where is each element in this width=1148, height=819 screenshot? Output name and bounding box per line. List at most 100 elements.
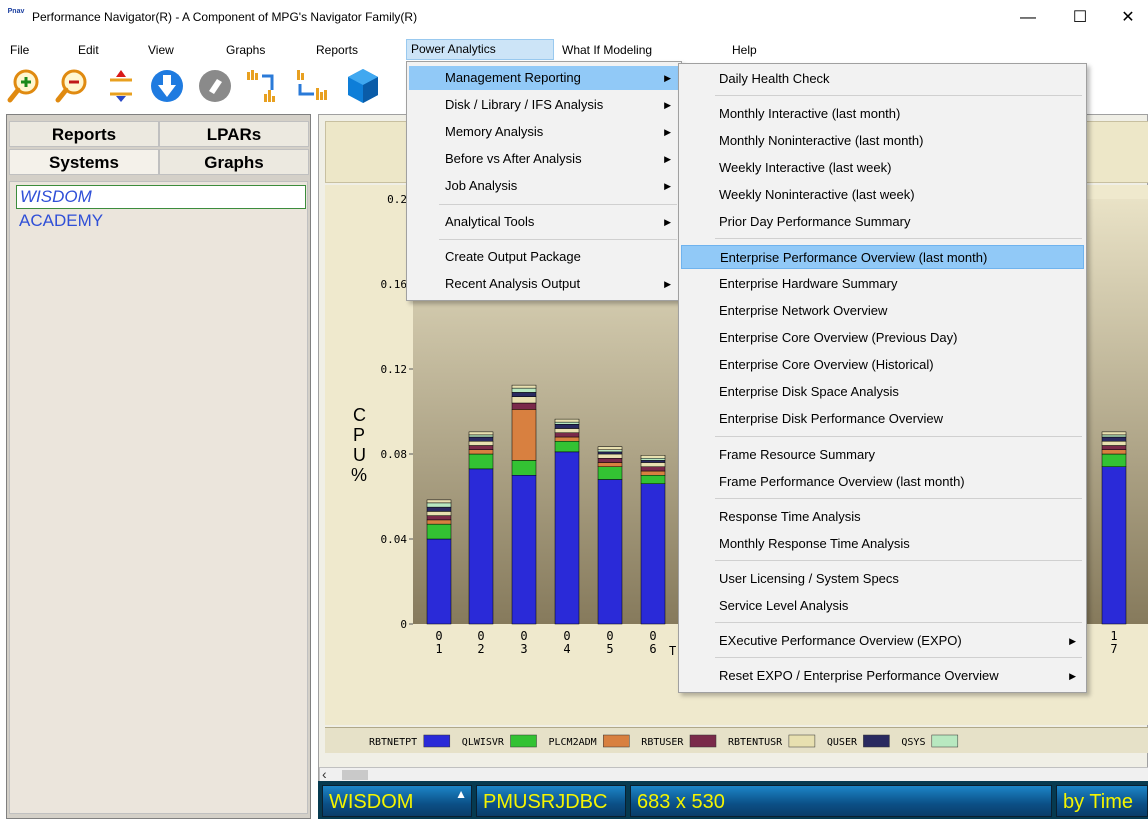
- menu-help[interactable]: Help: [728, 41, 761, 59]
- submenu-reset-expo-label: Reset EXPO / Enterprise Performance Over…: [719, 668, 999, 683]
- status-system-label: WISDOM: [329, 791, 414, 813]
- submenu-enterprise-core-previous-day[interactable]: Enterprise Core Overview (Previous Day): [681, 326, 1084, 350]
- x-tick-label: 3: [520, 642, 527, 656]
- submenu-enterprise-core-historical[interactable]: Enterprise Core Overview (Historical): [681, 353, 1084, 377]
- scroll-left-arrow-icon[interactable]: ‹: [322, 766, 327, 782]
- status-system[interactable]: WISDOM ▲: [322, 785, 472, 817]
- menu-item-label: Create Output Package: [445, 249, 581, 264]
- menu-item-create-output-package[interactable]: Create Output Package: [409, 245, 679, 269]
- expand-vertical-icon[interactable]: [102, 66, 140, 106]
- menu-item-before-after[interactable]: Before vs After Analysis ▶: [409, 147, 679, 171]
- bar-cap: [468, 431, 494, 436]
- status-mode[interactable]: by Time: [1056, 785, 1148, 817]
- submenu-enterprise-disk-space[interactable]: Enterprise Disk Space Analysis: [681, 380, 1084, 404]
- system-item-wisdom[interactable]: WISDOM: [16, 185, 306, 209]
- submenu-weekly-interactive[interactable]: Weekly Interactive (last week): [681, 156, 1084, 180]
- legend-swatch: [510, 734, 537, 748]
- submenu-monthly-interactive[interactable]: Monthly Interactive (last month): [681, 102, 1084, 126]
- tab-graphs[interactable]: Graphs: [159, 149, 309, 175]
- bar-cap: [597, 446, 623, 450]
- menu-item-analytical-tools[interactable]: Analytical Tools ▶: [409, 210, 679, 234]
- bar-segment: [640, 462, 666, 467]
- submenu-daily-health-check[interactable]: Daily Health Check: [681, 67, 1084, 91]
- bar-segment: [597, 466, 623, 480]
- submenu-monthly-noninteractive[interactable]: Monthly Noninteractive (last month): [681, 129, 1084, 153]
- y-axis-label-c: C: [353, 405, 366, 425]
- submenu-monthly-response-time[interactable]: Monthly Response Time Analysis: [681, 532, 1084, 556]
- maximize-button[interactable]: ☐: [1060, 4, 1100, 32]
- chart-rotate-icon[interactable]: [292, 66, 330, 106]
- legend-label: QSYS: [901, 737, 925, 748]
- submenu-response-time-analysis[interactable]: Response Time Analysis: [681, 505, 1084, 529]
- menu-file[interactable]: File: [6, 41, 33, 59]
- menu-separator: [715, 657, 1082, 658]
- bar-segment: [1101, 441, 1127, 446]
- submenu-enterprise-disk-performance[interactable]: Enterprise Disk Performance Overview: [681, 407, 1084, 431]
- bar-segment: [426, 511, 452, 516]
- download-icon[interactable]: [148, 66, 186, 106]
- menu-item-disk-library-ifs[interactable]: Disk / Library / IFS Analysis ▶: [409, 93, 679, 117]
- bar-segment: [597, 479, 623, 625]
- tab-systems[interactable]: Systems: [9, 149, 159, 175]
- menu-item-memory-analysis[interactable]: Memory Analysis ▶: [409, 120, 679, 144]
- x-tick-label: 7: [1110, 642, 1117, 656]
- menu-view[interactable]: View: [144, 41, 178, 59]
- x-tick-label: 5: [606, 642, 613, 656]
- bar-segment: [426, 519, 452, 525]
- x-tick-label: 0: [606, 629, 613, 643]
- submenu-reset-expo[interactable]: Reset EXPO / Enterprise Performance Over…: [681, 664, 1084, 688]
- bar-segment: [597, 451, 623, 455]
- menu-item-label: Disk / Library / IFS Analysis: [445, 97, 604, 112]
- status-job[interactable]: PMUSRJDBC: [476, 785, 626, 817]
- submenu-enterprise-hardware-summary[interactable]: Enterprise Hardware Summary: [681, 272, 1084, 296]
- bar-segment: [554, 441, 580, 453]
- submenu-frame-resource-summary[interactable]: Frame Resource Summary: [681, 443, 1084, 467]
- submenu-enterprise-performance-overview[interactable]: Enterprise Performance Overview (last mo…: [681, 245, 1084, 269]
- menu-edit[interactable]: Edit: [74, 41, 103, 59]
- minimize-button[interactable]: —: [1008, 4, 1048, 32]
- menu-item-recent-analysis-output[interactable]: Recent Analysis Output ▶: [409, 272, 679, 296]
- menu-power-analytics[interactable]: Power Analytics: [406, 39, 554, 60]
- bar-segment: [426, 502, 452, 508]
- menu-separator: [715, 238, 1082, 239]
- submenu-user-licensing[interactable]: User Licensing / System Specs: [681, 567, 1084, 591]
- bar-segment: [426, 506, 452, 512]
- menu-item-job-analysis[interactable]: Job Analysis ▶: [409, 174, 679, 198]
- power-analytics-menu: Management Reporting ▶ Disk / Library / …: [406, 61, 682, 301]
- tab-reports[interactable]: Reports: [9, 121, 159, 147]
- scroll-thumb[interactable]: [342, 770, 368, 780]
- submenu-expo[interactable]: EXecutive Performance Overview (EXPO) ▶: [681, 629, 1084, 653]
- bar-segment: [1101, 445, 1127, 450]
- tab-lpars[interactable]: LPARs: [159, 121, 309, 147]
- submenu-enterprise-network-overview[interactable]: Enterprise Network Overview: [681, 299, 1084, 323]
- menu-item-label: Job Analysis: [445, 178, 518, 193]
- menu-reports[interactable]: Reports: [312, 41, 362, 59]
- system-item-academy[interactable]: ACADEMY: [16, 210, 306, 234]
- bar-cap: [1101, 431, 1127, 436]
- menu-item-management-reporting[interactable]: Management Reporting ▶: [409, 66, 679, 90]
- menu-bar: File Edit View Graphs Reports Power Anal…: [0, 38, 1148, 60]
- legend-swatch: [423, 734, 451, 748]
- bar-segment: [511, 402, 537, 410]
- menu-what-if-modeling[interactable]: What If Modeling: [558, 41, 656, 59]
- zoom-in-icon[interactable]: [6, 66, 44, 106]
- zoom-out-icon[interactable]: [54, 66, 92, 106]
- bar-segment: [468, 453, 494, 470]
- y-tick-label: 0.04: [381, 533, 408, 546]
- menu-graphs[interactable]: Graphs: [222, 41, 269, 59]
- chart-swap-icon[interactable]: [242, 66, 280, 106]
- bar-segment: [640, 460, 666, 463]
- bar-segment: [511, 409, 537, 461]
- submenu-service-level-analysis[interactable]: Service Level Analysis: [681, 594, 1084, 618]
- legend-swatch: [689, 734, 717, 748]
- tag-icon[interactable]: [196, 66, 234, 106]
- submenu-arrow-icon: ▶: [664, 127, 671, 137]
- cube-icon[interactable]: [344, 66, 382, 106]
- bar-segment: [1101, 449, 1127, 455]
- submenu-prior-day-summary[interactable]: Prior Day Performance Summary: [681, 210, 1084, 234]
- bar-segment: [511, 475, 537, 625]
- submenu-frame-performance-overview[interactable]: Frame Performance Overview (last month): [681, 470, 1084, 494]
- close-button[interactable]: ✕: [1108, 4, 1148, 32]
- bar-segment: [468, 441, 494, 446]
- submenu-weekly-noninteractive[interactable]: Weekly Noninteractive (last week): [681, 183, 1084, 207]
